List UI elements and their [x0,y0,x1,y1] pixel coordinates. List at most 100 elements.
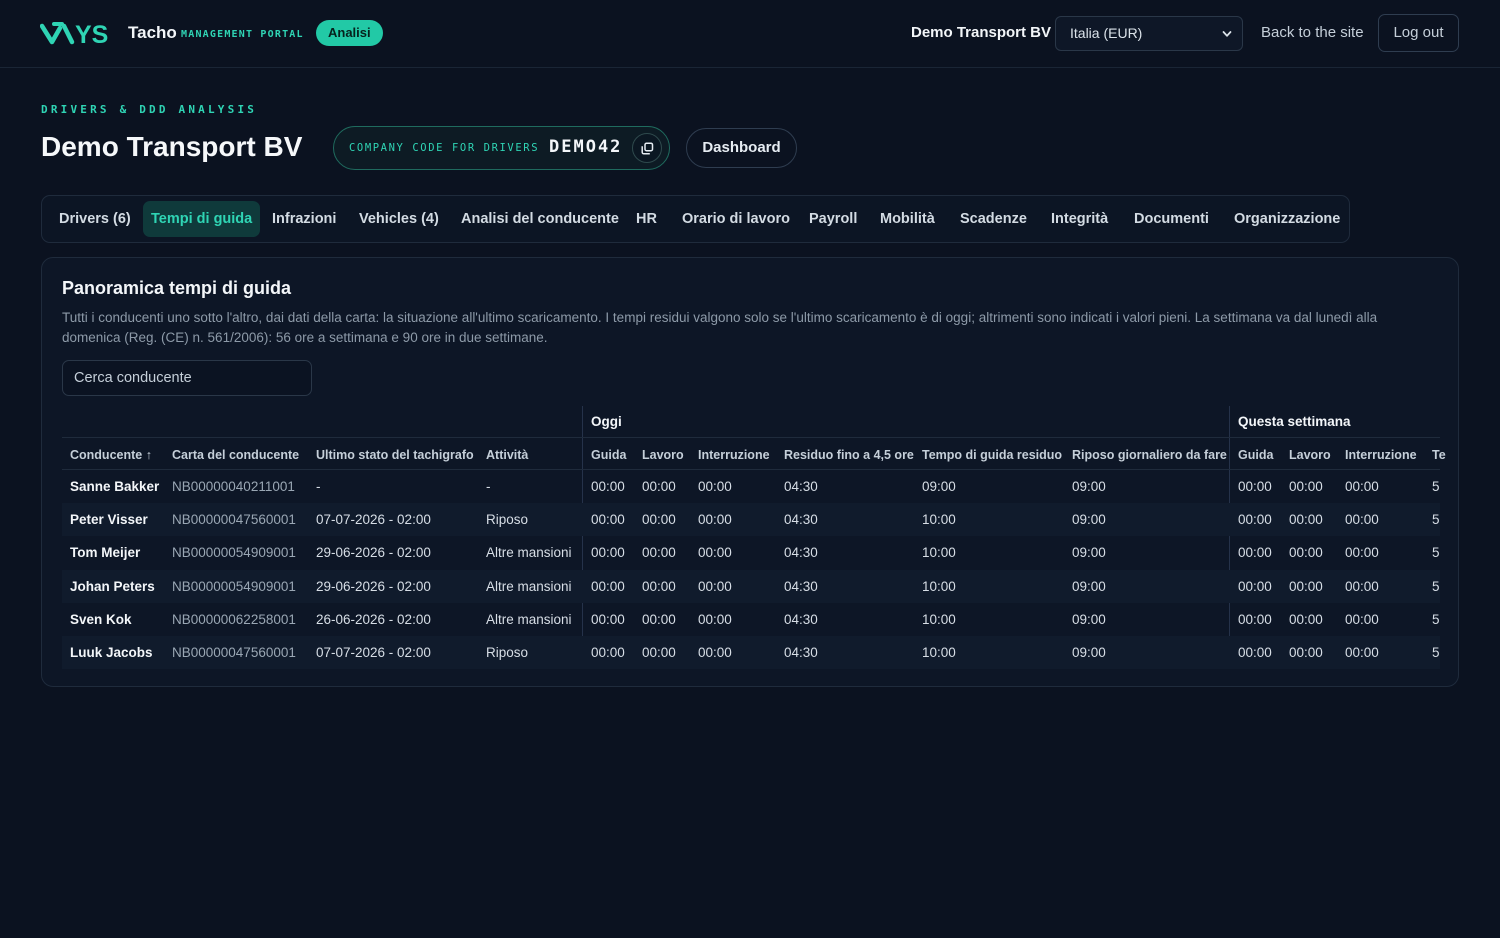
table-row[interactable]: Tom Meijer NB00000054909001 29-06-2026 - 0… [62,536,1440,569]
tab-driver-analysis[interactable]: Analisi del conducente [453,201,627,237]
col-header-remaining-driving[interactable]: Tempo di guida residuo [922,448,1062,462]
region-select[interactable]: Italia (EUR) [1055,16,1243,51]
chevron-down-icon [1222,31,1232,37]
cell-today-work: 00:00 [642,645,676,660]
tab-bar: Drivers (6) Tempi di guida Infrazioni Ve… [41,195,1350,243]
cell-today-driving: 00:00 [591,545,625,561]
cell-driver-card: NB00000040211001 [172,479,295,494]
cell-activity: Riposo [486,645,529,660]
table-row[interactable]: Sanne Bakker NB00000040211001 - - 00:00 00:00… [62,470,1440,503]
cell-week-driving: 00:00 [1238,645,1272,660]
col-header-driver[interactable]: Conducente ↑ [70,448,152,462]
table-row[interactable]: Sven Kok NB00000062258001 26-06-2026 - 02:… [62,603,1440,636]
driver-search-input[interactable]: Cerca conducente [62,360,312,396]
cell-remaining-driving: 10:00 [922,611,956,627]
analysis-badge: Analisi [316,20,383,46]
dashboard-button[interactable]: Dashboard [686,128,797,168]
cell-tacho-status: 07-07-2026 - 02:00 [316,512,431,528]
cell-activity: Altre mansioni [486,611,572,627]
table-row[interactable]: Johan Peters NB00000054909001 29-06-2026 -… [62,569,1440,603]
group-header-today: Oggi [591,414,622,429]
copy-code-button[interactable] [632,133,662,163]
cell-remaining-driving: 10:00 [922,578,956,594]
cell-tacho-status: - [316,479,321,494]
cell-week-break: 00:00 [1345,512,1379,528]
cell-remaining-driving: 10:00 [922,545,956,561]
cell-daily-rest: 09:00 [1072,479,1106,494]
cell-driver-card: NB00000054909001 [172,545,296,561]
tab-vehicles[interactable]: Vehicles (4) [351,201,447,237]
col-header-week-break[interactable]: Interruzione [1345,448,1417,462]
col-header-week-driving[interactable]: Guida [1238,448,1273,462]
cell-today-work: 00:00 [642,479,676,494]
tab-integrity[interactable]: Integrità [1043,201,1116,237]
col-header-today-break[interactable]: Interruzione [698,448,770,462]
tab-working-hours[interactable]: Orario di lavoro [674,201,798,237]
cell-week-more: 5 [1432,545,1440,561]
top-bar: YS Tacho MANAGEMENT PORTAL Analisi Demo … [0,0,1500,68]
company-code-pill: COMPANY CODE FOR DRIVERS DEMO42 [333,126,670,170]
back-to-site-link[interactable]: Back to the site [1261,24,1364,41]
driving-times-panel: Panoramica tempi di guida Tutti i conduc… [41,257,1459,687]
tab-payroll[interactable]: Payroll [801,201,865,237]
cell-week-work: 00:00 [1289,645,1323,660]
cell-tacho-status: 29-06-2026 - 02:00 [316,545,431,561]
tab-infringements[interactable]: Infrazioni [264,201,344,237]
col-header-week-work[interactable]: Lavoro [1289,448,1331,462]
driving-times-table: Oggi Questa settimana Conducente ↑ Carta… [62,406,1446,676]
cell-week-driving: 00:00 [1238,479,1272,494]
col-header-week-more[interactable]: Te [1432,448,1446,462]
cell-daily-rest: 09:00 [1072,512,1106,528]
panel-title: Panoramica tempi di guida [62,278,292,298]
cell-today-break: 00:00 [698,645,732,660]
cell-week-work: 00:00 [1289,545,1323,561]
cell-daily-rest: 09:00 [1072,545,1106,561]
cell-today-work: 00:00 [642,611,676,627]
col-header-card[interactable]: Carta del conducente [172,448,299,462]
tab-hr[interactable]: HR [628,201,665,237]
cell-activity: - [486,479,491,494]
col-header-tacho-status[interactable]: Ultimo stato del tachigrafo [316,448,474,462]
cell-remaining-4-5h: 04:30 [784,479,818,494]
section-eyebrow: DRIVERS & DDD ANALYSIS [41,103,258,116]
col-header-today-driving[interactable]: Guida [591,448,626,462]
cell-tacho-status: 29-06-2026 - 02:00 [316,578,431,594]
table-row[interactable]: Luuk Jacobs NB00000047560001 07-07-2026 - … [62,636,1440,669]
tab-documents[interactable]: Documenti [1126,201,1217,237]
cell-today-break: 00:00 [698,545,732,561]
cell-week-break: 00:00 [1345,545,1379,561]
col-header-daily-rest[interactable]: Riposo giornaliero da fare [1072,448,1227,462]
cell-driver-card: NB00000054909001 [172,578,296,594]
company-code-label: COMPANY CODE FOR DRIVERS [349,142,540,154]
cell-driver-name: Luuk Jacobs [70,645,153,660]
col-header-today-work[interactable]: Lavoro [642,448,684,462]
tab-mobility[interactable]: Mobilità [872,201,943,237]
col-header-activity[interactable]: Attività [486,448,528,462]
cell-activity: Altre mansioni [486,545,572,561]
cell-remaining-4-5h: 04:30 [784,578,818,594]
brand-logo-icon[interactable]: YS [40,20,120,48]
cell-today-driving: 00:00 [591,479,625,494]
cell-week-more: 5 [1432,578,1440,594]
cell-today-driving: 00:00 [591,578,625,594]
tab-driving-times[interactable]: Tempi di guida [143,201,261,237]
current-company: Demo Transport BV [911,24,1052,41]
cell-week-work: 00:00 [1289,512,1323,528]
cell-tacho-status: 26-06-2026 - 02:00 [316,611,431,627]
table-row[interactable]: Peter Visser NB00000047560001 07-07-2026 -… [62,503,1440,537]
cell-remaining-4-5h: 04:30 [784,611,818,627]
cell-week-more: 5 [1432,611,1440,627]
cell-week-more: 5 [1432,645,1440,660]
cell-today-work: 00:00 [642,578,676,594]
tab-organization[interactable]: Organizzazione [1226,201,1348,237]
tab-deadlines[interactable]: Scadenze [952,201,1035,237]
cell-daily-rest: 09:00 [1072,645,1106,660]
cell-driver-name: Sanne Bakker [70,479,160,494]
tab-drivers[interactable]: Drivers (6) [51,201,139,237]
cell-daily-rest: 09:00 [1072,611,1106,627]
group-header-week: Questa settimana [1238,414,1351,429]
col-header-remaining-4-5h[interactable]: Residuo fino a 4,5 ore [784,448,914,462]
logout-button[interactable]: Log out [1378,14,1459,52]
cell-week-more: 5 [1432,512,1440,528]
cell-week-more: 5 [1432,479,1440,494]
